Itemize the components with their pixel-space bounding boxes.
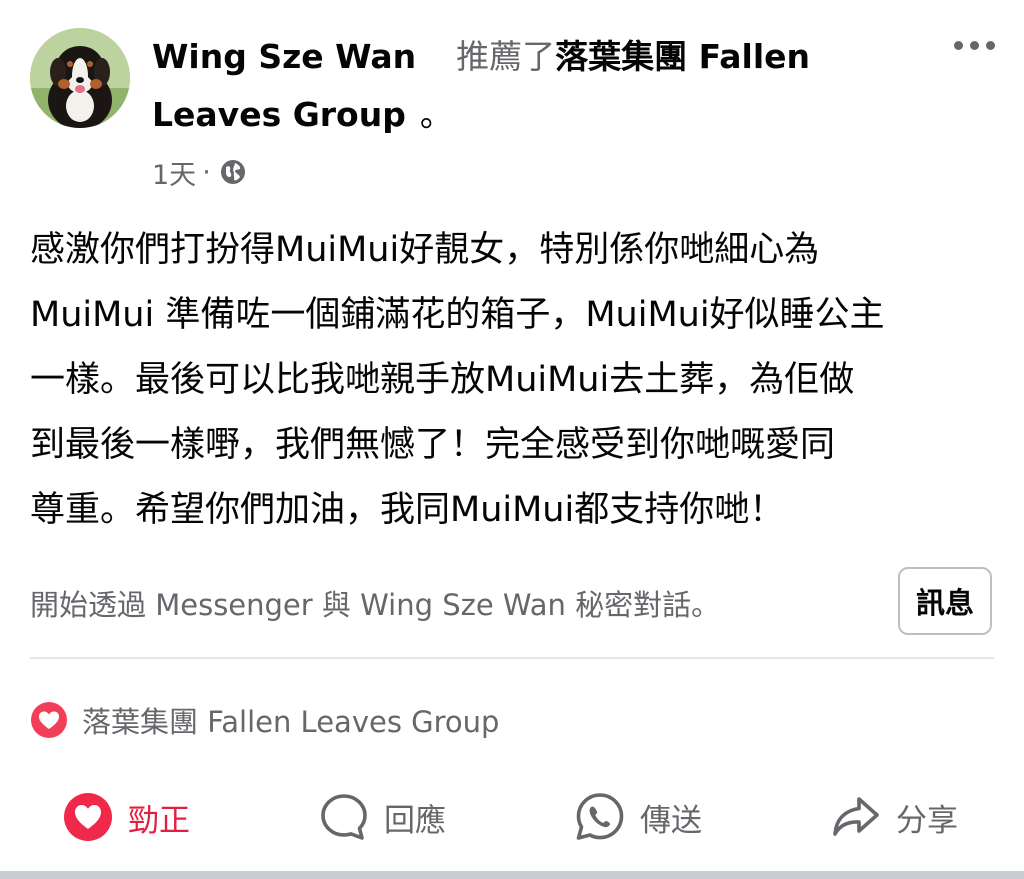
recommended-text: 推薦了 [456, 37, 556, 76]
more-dot-icon [985, 40, 995, 50]
globe-icon [220, 160, 245, 184]
like-label: 勁正 [128, 802, 190, 839]
post-body-text: 感激你們打扮得MuiMui好靚女，特別係你哋細心為 MuiMui 準備咗一個鋪滿… [30, 230, 885, 530]
more-dot-icon [953, 40, 963, 50]
header-period: 。 [419, 95, 453, 134]
bottom-separator [0, 871, 1024, 879]
comment-icon [321, 794, 367, 840]
more-dot-icon [969, 40, 979, 50]
whatsapp-icon [576, 793, 624, 840]
avatar-dog-image [30, 28, 130, 128]
heart-reaction-icon [31, 702, 67, 738]
post-time[interactable]: 1天 [152, 153, 196, 192]
messenger-prompt: 開始透過 Messenger 與 Wing Sze Wan 秘密對話。 [30, 588, 721, 622]
share-label: 分享 [896, 802, 958, 839]
post-meta: 1天 · [152, 152, 247, 192]
share-button[interactable]: 分享 [830, 782, 958, 852]
message-button[interactable]: 訊息 [898, 567, 992, 635]
send-button[interactable]: 傳送 [574, 782, 702, 852]
post-header: Wing Sze Wan 推薦了落葉集團 Fallen Leaves Group 。 [152, 28, 912, 144]
page-name-line1[interactable]: 落葉集團 Fallen [555, 37, 810, 76]
author-avatar[interactable] [30, 28, 130, 128]
comment-button[interactable]: 回應 [318, 782, 446, 852]
reaction-text: 落葉集團 Fallen Leaves Group [82, 705, 500, 739]
send-label: 傳送 [640, 802, 702, 839]
like-button[interactable]: 勁正 [62, 782, 190, 852]
meta-separator: · [202, 156, 211, 188]
divider [30, 657, 994, 659]
more-options-button[interactable] [946, 30, 1002, 60]
comment-label: 回應 [384, 802, 446, 839]
share-arrow-icon [833, 797, 879, 836]
author-name[interactable]: Wing Sze Wan [152, 37, 416, 76]
reaction-summary[interactable]: 落葉集團 Fallen Leaves Group [30, 695, 499, 745]
heart-icon [64, 793, 112, 841]
action-bar: 勁正 回應 傳送 分享 [0, 782, 1024, 852]
page-name-line2[interactable]: Leaves Group [152, 95, 406, 134]
